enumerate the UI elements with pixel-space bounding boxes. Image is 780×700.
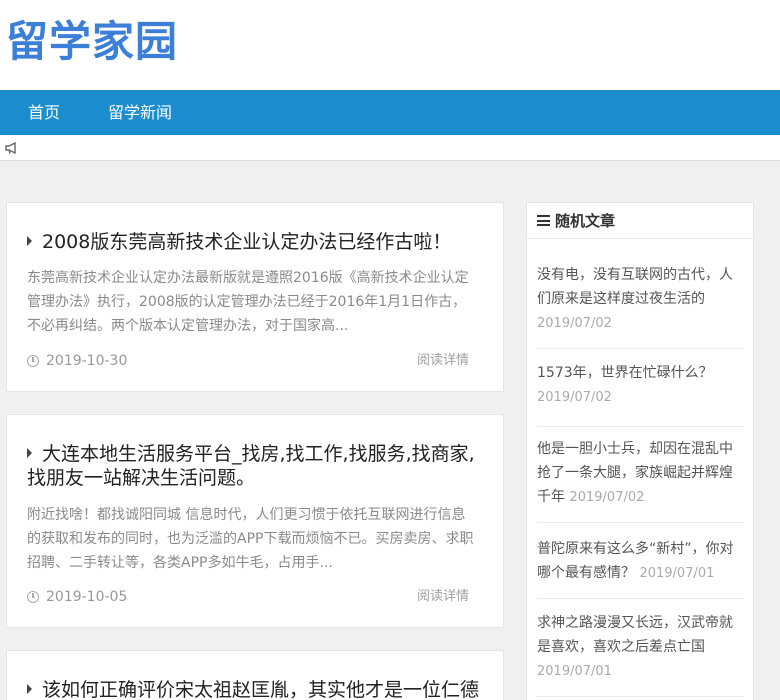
sidebar-list-item: 1573年，世界在忙碌什么？ 2019/07/02: [537, 361, 744, 427]
post-title-text: 大连本地生活服务平台_找房,找工作,找服务,找商家,找朋友一站解决生活问题。: [27, 443, 475, 489]
post-title-link[interactable]: 大连本地生活服务平台_找房,找工作,找服务,找商家,找朋友一站解决生活问题。: [27, 442, 483, 490]
sidebar-post-date: 2019/07/02: [537, 316, 612, 331]
sidebar-post-date: 2019/07/02: [537, 390, 612, 405]
post-title-link[interactable]: 该如何正确评价宋太祖赵匡胤，其实他才是一位仁德: [27, 678, 483, 700]
post-date: 2019-10-30: [46, 353, 128, 369]
post-meta: 2019-10-30 阅读详情: [27, 351, 469, 371]
read-more-link[interactable]: 阅读详情: [417, 351, 469, 371]
sidebar-post-link[interactable]: 求神之路漫漫又长远，汉武帝就是喜欢，喜欢之后差点亡国: [537, 615, 733, 655]
sidebar-list-item: 他是一胆小士兵，却因在混乱中抢了一条大腿，家族崛起并辉煌千年 2019/07/0…: [537, 437, 744, 523]
sidebar-header: 随机文章: [527, 203, 753, 239]
triangle-bullet-icon: [27, 448, 32, 458]
sidebar-post-date: 2019/07/01: [639, 566, 715, 581]
post-excerpt: 附近找啥！都找诚阳同城 信息时代，人们更习惯于依托互联网进行信息的获取和发布的同…: [27, 507, 474, 571]
nav-item-study-news[interactable]: 留学新闻: [108, 90, 172, 135]
triangle-bullet-icon: [27, 684, 32, 694]
menu-icon: [537, 215, 550, 226]
sidebar-post-link[interactable]: 1573年，世界在忙碌什么？: [537, 365, 713, 381]
post-title-link[interactable]: 2008版东莞高新技术企业认定办法已经作古啦！: [27, 230, 483, 254]
read-more-link[interactable]: 阅读详情: [417, 587, 469, 607]
notice-bar: [0, 135, 780, 161]
post-excerpt: 东莞高新技术企业认定办法最新版就是遵照2016版《高新技术企业认定管理办法》执行…: [27, 270, 469, 334]
sidebar-list-item: 求神之路漫漫又长远，汉武帝就是喜欢，喜欢之后差点亡国 2019/07/01: [537, 611, 744, 697]
triangle-bullet-icon: [27, 236, 32, 246]
post-title-text: 该如何正确评价宋太祖赵匡胤，其实他才是一位仁德: [42, 679, 480, 700]
sidebar-post-date: 2019/07/01: [537, 664, 612, 679]
sidebar-random-posts: 随机文章 没有电，没有互联网的古代，人们原来是这样度过夜生活的 2019/07/…: [526, 202, 754, 700]
site-logo[interactable]: 留学家园: [6, 14, 178, 70]
post-card: 该如何正确评价宋太祖赵匡胤，其实他才是一位仁德: [6, 650, 504, 700]
post-title-text: 2008版东莞高新技术企业认定办法已经作古啦！: [42, 231, 452, 253]
post-meta: 2019-10-05 阅读详情: [27, 587, 469, 607]
sidebar-title: 随机文章: [555, 212, 616, 230]
post-card: 2008版东莞高新技术企业认定办法已经作古啦！ 东莞高新技术企业认定办法最新版就…: [6, 202, 504, 392]
site-header: 留学家园: [0, 0, 780, 90]
sidebar-post-link[interactable]: 没有电，没有互联网的古代，人们原来是这样度过夜生活的: [537, 267, 733, 307]
megaphone-icon: [5, 141, 16, 155]
main-nav: 首页 留学新闻: [0, 90, 780, 135]
post-date: 2019-10-05: [46, 589, 128, 605]
post-card: 大连本地生活服务平台_找房,找工作,找服务,找商家,找朋友一站解决生活问题。 附…: [6, 414, 504, 628]
sidebar-list-item: 普陀原来有这么多“新村”，你对哪个最有感情？ 2019/07/01: [537, 537, 744, 599]
sidebar-list-item: 没有电，没有互联网的古代，人们原来是这样度过夜生活的 2019/07/02: [537, 263, 744, 349]
nav-item-home[interactable]: 首页: [28, 90, 60, 135]
sidebar-post-date: 2019/07/02: [569, 490, 645, 505]
